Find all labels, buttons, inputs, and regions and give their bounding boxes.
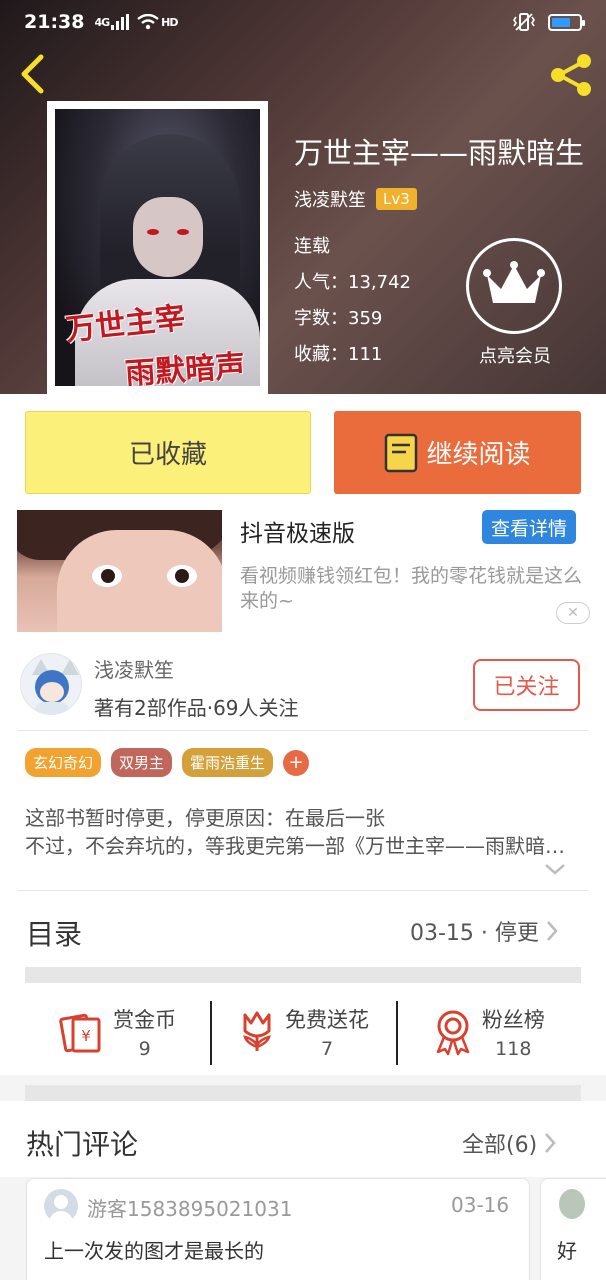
stat-value: 9 [138, 1038, 151, 1060]
book-header: 21:38 4G HD 万世主宰 雨默暗声 万世主宰——雨默暗生 浅凌默笙 Lv… [0, 0, 606, 394]
chevron-down-icon[interactable] [543, 862, 567, 876]
tag-list: 玄幻奇幻 双男主 霍雨浩重生 + [25, 748, 310, 777]
catalog-update: 03-15 · 停更 [410, 921, 539, 946]
avatar[interactable] [559, 1189, 585, 1219]
book-popularity: 人气：13,742 [294, 272, 411, 293]
all-comments-label: 全部(6) [462, 1133, 538, 1158]
book-intro[interactable]: 这部书暂时停更，停更原因：在最后一张 不过，不会弃坑的，等我更完第一部《万世主宰… [25, 804, 581, 860]
intro-line: 不过，不会弃坑的，等我更完第一部《万世主宰——雨默暗生》 [25, 834, 581, 858]
stat-label: 粉丝榜 [481, 1008, 545, 1032]
comment-card[interactable]: 好 [540, 1178, 606, 1280]
chevron-right-icon [545, 1133, 556, 1153]
stat-value: 7 [320, 1038, 334, 1060]
status-bar: 21:38 4G HD [0, 0, 606, 44]
stats-row: ¥ 赏金币 9 免费送花 7 粉丝榜 118 [25, 997, 581, 1067]
cover-art: 万世主宰 雨默暗声 [55, 109, 260, 386]
catalog-title[interactable]: 目录 [26, 913, 82, 953]
cover-title-line2: 雨默暗声 [124, 348, 247, 386]
continue-reading-label: 继续阅读 [426, 440, 531, 470]
send-flower-button[interactable]: 免费送花 7 [210, 997, 395, 1067]
vip-button[interactable]: 点亮会员 [466, 238, 564, 370]
fan-ranking-button[interactable]: 粉丝榜 118 [395, 997, 581, 1067]
all-comments-link[interactable]: 全部(6) [462, 1127, 557, 1159]
vibrate-icon [513, 13, 535, 31]
stat-label: 赏金币 [113, 1008, 177, 1032]
chevron-left-icon [21, 54, 44, 94]
author-row[interactable]: 浅凌默笙 Lv3 [294, 186, 417, 212]
avatar[interactable] [44, 1189, 78, 1223]
author-card-name[interactable]: 浅凌默笙 [94, 654, 174, 683]
network-indicator: 4G [94, 15, 110, 29]
svg-text:¥: ¥ [81, 1027, 91, 1045]
ad-close-button[interactable]: ✕ [556, 602, 590, 624]
share-icon [551, 54, 591, 96]
comments-title: 热门评论 [26, 1128, 139, 1161]
level-badge: Lv3 [376, 188, 417, 210]
book-status: 连载 [294, 236, 330, 257]
divider [18, 730, 588, 731]
vip-label: 点亮会员 [479, 346, 551, 367]
signal-icon [111, 14, 130, 30]
book-icon [385, 433, 418, 472]
book-title: 万世主宰——雨默暗生 [294, 136, 585, 170]
add-tag-button[interactable]: + [283, 749, 310, 776]
stat-label: 免费送花 [284, 1008, 369, 1032]
section-separator [25, 1085, 581, 1101]
follow-button[interactable]: 已关注 [473, 659, 580, 711]
comment-date: 03-16 [451, 1193, 510, 1217]
book-cover[interactable]: 万世主宰 雨默暗声 [47, 101, 268, 394]
favorited-button[interactable]: 已收藏 [25, 411, 311, 494]
comment-text: 上一次发的图才是最长的 [44, 1239, 264, 1263]
crown-icon [466, 238, 562, 334]
intro-line: 这部书暂时停更，停更原因：在最后一张 [25, 806, 385, 830]
ad-banner[interactable]: 抖音极速版 查看详情 看视频赚钱领红包！我的零花钱就是这么来的~ ✕ [0, 498, 606, 640]
comment-user[interactable]: 游客1583895021031 [87, 1193, 292, 1222]
status-time: 21:38 [24, 11, 85, 33]
ad-image[interactable] [17, 510, 222, 632]
author-name[interactable]: 浅凌默笙 [294, 186, 366, 212]
continue-reading-button[interactable]: 继续阅读 [334, 411, 581, 494]
author-works: 著有2部作品·69人关注 [94, 696, 299, 720]
book-word-count: 字数：359 [294, 308, 383, 329]
battery-icon [548, 13, 585, 31]
catalog-link[interactable]: 03-15 · 停更 [410, 915, 559, 947]
wifi-icon [137, 14, 159, 30]
comment-card[interactable]: 游客1583895021031 03-16 上一次发的图才是最长的 [26, 1178, 530, 1280]
medal-icon [436, 1010, 470, 1056]
action-bar: 已收藏 继续阅读 [0, 394, 606, 498]
tag-item[interactable]: 霍雨浩重生 [182, 748, 274, 777]
ad-title[interactable]: 抖音极速版 [240, 514, 355, 548]
divider [18, 890, 588, 891]
hd-indicator: HD [161, 15, 178, 29]
red-envelope-icon: ¥ [59, 1013, 101, 1053]
comments-section: 热门评论 全部(6) 游客1583895021031 03-16 上一次发的图才… [0, 1075, 606, 1280]
comment-text: 好 [557, 1239, 577, 1263]
chevron-right-icon [546, 921, 558, 941]
section-separator [25, 967, 581, 983]
avatar[interactable] [20, 653, 82, 715]
stat-value: 118 [495, 1038, 532, 1060]
tag-item[interactable]: 玄幻奇幻 [25, 748, 102, 777]
back-button[interactable] [16, 52, 56, 96]
tag-item[interactable]: 双男主 [111, 748, 173, 777]
share-button[interactable] [546, 50, 596, 100]
ad-detail-button[interactable]: 查看详情 [482, 510, 576, 544]
ad-description: 看视频赚钱领红包！我的零花钱就是这么来的~ [240, 565, 583, 612]
flower-icon [243, 1011, 271, 1051]
book-info: 浅凌默笙 著有2部作品·69人关注 已关注 玄幻奇幻 双男主 霍雨浩重生 + 这… [0, 640, 606, 895]
catalog-section: 目录 03-15 · 停更 ¥ 赏金币 9 免费送花 7 粉丝榜 118 [0, 895, 606, 1075]
book-favorites: 收藏：111 [294, 344, 383, 365]
reward-coins-button[interactable]: ¥ 赏金币 9 [25, 997, 210, 1067]
